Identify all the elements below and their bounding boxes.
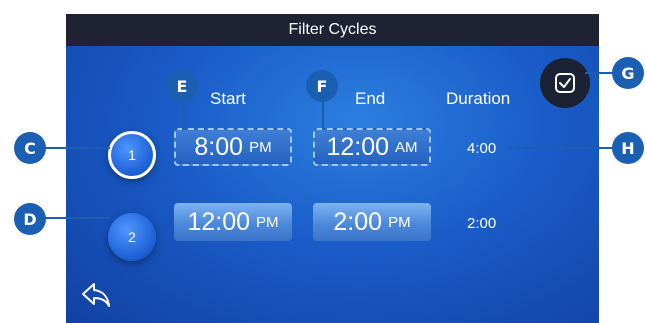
callout-e: E [166, 70, 198, 102]
duration-column-label: Duration [446, 89, 511, 108]
confirm-button[interactable] [540, 58, 590, 108]
callout-h: H [612, 132, 644, 164]
cycle-1-end-ampm: AM [395, 138, 418, 156]
callout-h-line [507, 147, 613, 149]
back-arrow-icon [82, 283, 110, 307]
checkbox-check-icon [555, 73, 575, 93]
cycle-1-start-ampm: PM [249, 138, 272, 156]
start-column-label: Start [210, 89, 246, 108]
cycle-1-button[interactable]: 1 [108, 131, 156, 179]
cycle-1-duration: 4:00 [467, 140, 497, 157]
callout-f-line [322, 100, 324, 130]
cycle-2-duration: 2:00 [467, 215, 497, 232]
cycle-2-button[interactable]: 2 [108, 213, 156, 261]
cycle-2-start-ampm: PM [256, 213, 279, 231]
cycle-2-end-time-value: 2:00 [333, 207, 383, 236]
callout-d: D [14, 203, 46, 235]
callout-g-line [585, 72, 613, 74]
callout-c: C [14, 132, 46, 164]
cycle-1-start-time-value: 8:00 [194, 132, 244, 161]
cycle-2-end-ampm: PM [388, 213, 411, 231]
callout-f: F [306, 70, 338, 102]
callout-c-line [44, 147, 110, 149]
end-column-label: End [355, 89, 386, 108]
cycle-1-number: 1 [128, 147, 136, 163]
cycle-1-end-time[interactable]: 12:00 AM [313, 128, 431, 166]
page-title: Filter Cycles [66, 14, 599, 46]
filter-cycles-screen: Filter Cycles Start End Duration 1 8:00 … [66, 14, 599, 323]
cycle-1-start-time[interactable]: 8:00 PM [174, 128, 292, 166]
cycle-2-number: 2 [128, 229, 136, 245]
cycle-2-start-time-value: 12:00 [187, 207, 251, 236]
cycle-2-end-time[interactable]: 2:00 PM [313, 203, 431, 241]
cycle-1-end-time-value: 12:00 [326, 132, 390, 161]
cycle-2-start-time[interactable]: 12:00 PM [174, 203, 292, 241]
callout-g: G [612, 57, 644, 89]
callout-d-line [44, 217, 110, 219]
callout-e-line [182, 100, 184, 130]
back-button[interactable] [80, 280, 112, 310]
